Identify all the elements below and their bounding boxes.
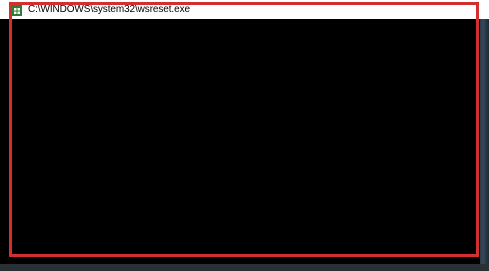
window-title: C:\WINDOWS\system32\wsreset.exe bbox=[28, 4, 190, 15]
console-output-area[interactable] bbox=[0, 19, 480, 271]
screen: C:\WINDOWS\system32\wsreset.exe bbox=[0, 0, 489, 271]
console-window[interactable]: C:\WINDOWS\system32\wsreset.exe bbox=[0, 0, 489, 271]
store-app-icon bbox=[12, 3, 22, 16]
window-titlebar[interactable]: C:\WINDOWS\system32\wsreset.exe bbox=[0, 0, 489, 19]
taskbar-edge bbox=[0, 264, 489, 271]
desktop-edge bbox=[480, 19, 489, 271]
